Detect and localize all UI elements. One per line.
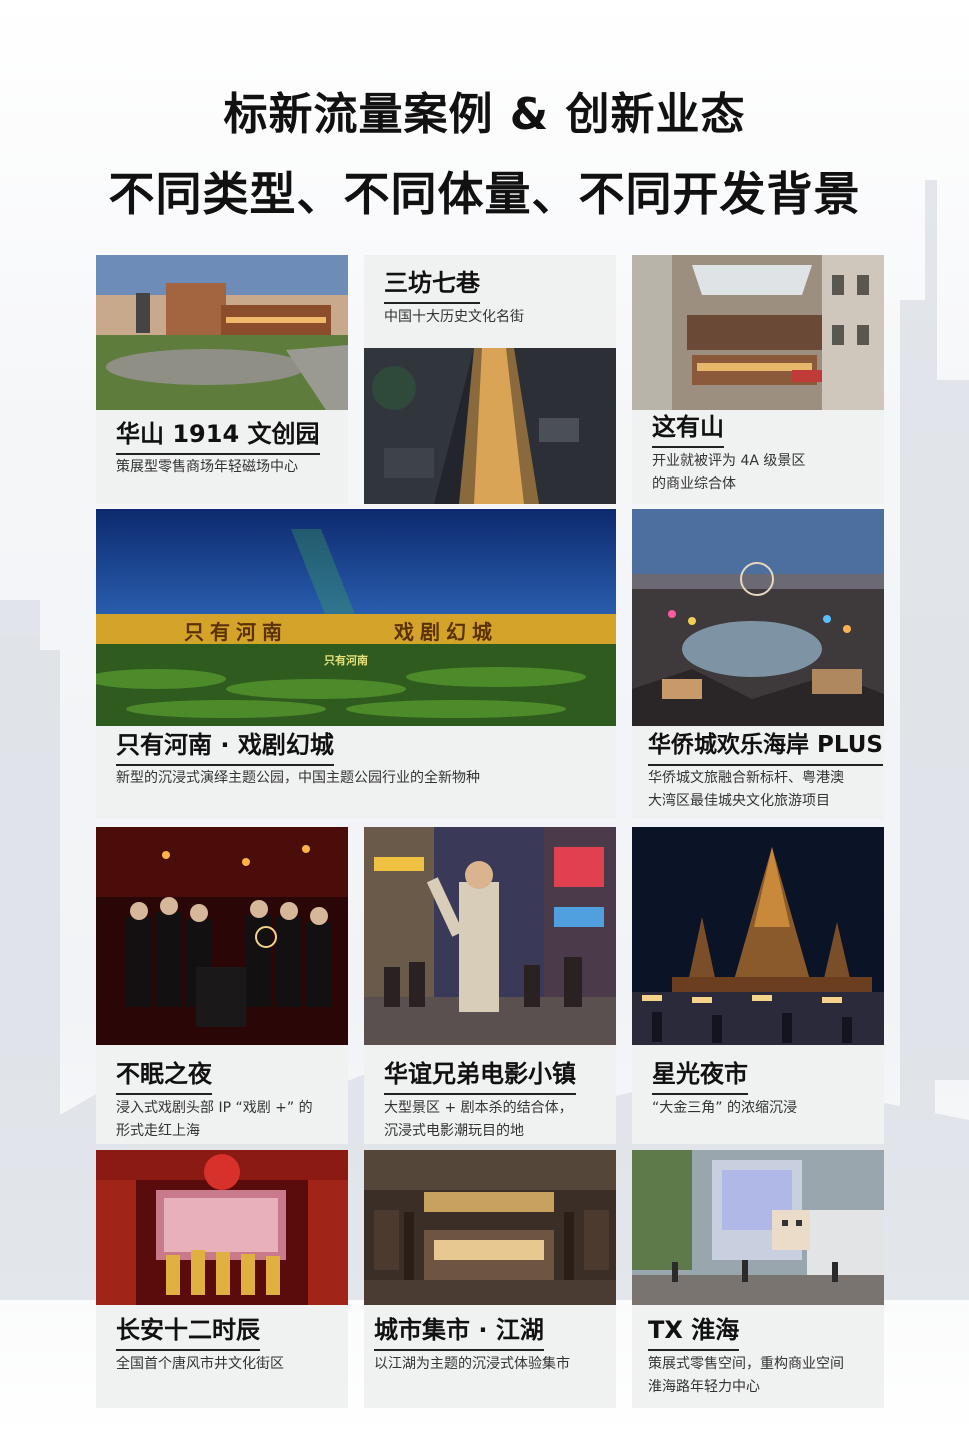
case-card-huayi[interactable]: 华谊兄弟电影小镇 大型景区 + 剧本杀的结合体， 沉浸式电影潮玩目的地 bbox=[364, 827, 616, 1144]
changan-photo bbox=[96, 1150, 348, 1305]
card-description: “大金三角” 的浓缩沉浸 bbox=[652, 1100, 797, 1116]
card-description: 新型的沉浸式演绎主题公园，中国主题公园行业的全新物种 bbox=[116, 770, 480, 786]
card-title: 华侨城欢乐海岸 PLUS bbox=[648, 731, 883, 766]
case-card-starlight[interactable]: 星光夜市 “大金三角” 的浓缩沉浸 bbox=[632, 827, 884, 1144]
card-description: 策展型零售商场年轻磁场中心 bbox=[116, 459, 298, 475]
card-description: 华侨城文旅融合新标杆、粤港澳 大湾区最佳城央文化旅游项目 bbox=[648, 770, 844, 809]
card-description: 全国首个唐风市井文化街区 bbox=[116, 1356, 284, 1372]
case-card-zhiyou-henan[interactable]: 只有河南 戏剧幻城 只有河南 只有河南 · 戏剧幻城 新型的沉浸式演绎主题公园，… bbox=[96, 509, 616, 819]
card-description: 大型景区 + 剧本杀的结合体， 沉浸式电影潮玩目的地 bbox=[384, 1100, 573, 1139]
card-title: 星光夜市 bbox=[652, 1060, 748, 1095]
case-card-sleep-no-more[interactable]: 不眠之夜 浸入式戏剧头部 IP “戏剧 +” 的 形式走红上海 bbox=[96, 827, 348, 1144]
sleep-no-more-photo bbox=[96, 827, 348, 1045]
page-subtitle: 不同类型、不同体量、不同开发背景 bbox=[108, 167, 861, 221]
case-card-changan[interactable]: 长安十二时辰 全国首个唐风市井文化街区 bbox=[96, 1150, 348, 1408]
card-description: 开业就被评为 4A 级景区 的商业综合体 bbox=[652, 453, 806, 492]
card-description: 策展式零售空间，重构商业空间 淮海路年轻力中心 bbox=[648, 1356, 844, 1395]
page-title: 标新流量案例 & 创新业态 bbox=[223, 89, 746, 140]
tx-huaihai-photo bbox=[632, 1150, 884, 1305]
case-card-sanfang[interactable]: 三坊七巷 中国十大历史文化名街 bbox=[364, 255, 616, 504]
zheyoushan-photo bbox=[632, 255, 884, 410]
zhiyou-henan-photo: 只有河南 戏剧幻城 只有河南 bbox=[96, 509, 616, 726]
case-card-city-market[interactable]: 城市集市 · 江湖 以江湖为主题的沉浸式体验集市 bbox=[364, 1150, 616, 1408]
sign-field-logo: 只有河南 bbox=[324, 654, 368, 667]
happy-coast-photo bbox=[632, 509, 884, 726]
card-title: 长安十二时辰 bbox=[116, 1316, 260, 1351]
card-title: 城市集市 · 江湖 bbox=[374, 1316, 544, 1351]
case-card-tx-huaihai[interactable]: TX 淮海 策展式零售空间，重构商业空间 淮海路年轻力中心 bbox=[632, 1150, 884, 1408]
card-description: 浸入式戏剧头部 IP “戏剧 +” 的 形式走红上海 bbox=[116, 1100, 313, 1139]
city-market-photo bbox=[364, 1150, 616, 1305]
card-title: 华谊兄弟电影小镇 bbox=[384, 1060, 576, 1095]
card-title: 只有河南 · 戏剧幻城 bbox=[116, 731, 334, 766]
sanfang-qixiang-photo bbox=[364, 348, 616, 504]
sign-zhiyou-henan: 只有河南 bbox=[184, 620, 288, 644]
card-title: 华山 1914 文创园 bbox=[116, 420, 320, 455]
card-title: 三坊七巷 bbox=[384, 269, 480, 304]
card-title: 不眠之夜 bbox=[116, 1060, 212, 1095]
case-card-huashan[interactable]: 华山 1914 文创园 策展型零售商场年轻磁场中心 bbox=[96, 255, 348, 504]
starlight-night-market-photo bbox=[632, 827, 884, 1045]
card-description: 以江湖为主题的沉浸式体验集市 bbox=[374, 1356, 570, 1372]
case-card-zheyoushan[interactable]: 这有山 开业就被评为 4A 级景区 的商业综合体 bbox=[632, 255, 884, 504]
sign-xiju-huancheng: 戏剧幻城 bbox=[394, 620, 498, 644]
huayi-film-town-photo bbox=[364, 827, 616, 1045]
case-card-happy-coast[interactable]: 华侨城欢乐海岸 PLUS 华侨城文旅融合新标杆、粤港澳 大湾区最佳城央文化旅游项… bbox=[632, 509, 884, 819]
card-title: TX 淮海 bbox=[648, 1316, 740, 1351]
card-description: 中国十大历史文化名街 bbox=[384, 309, 524, 325]
huashan-1914-photo bbox=[96, 255, 348, 410]
card-title: 这有山 bbox=[652, 413, 724, 448]
